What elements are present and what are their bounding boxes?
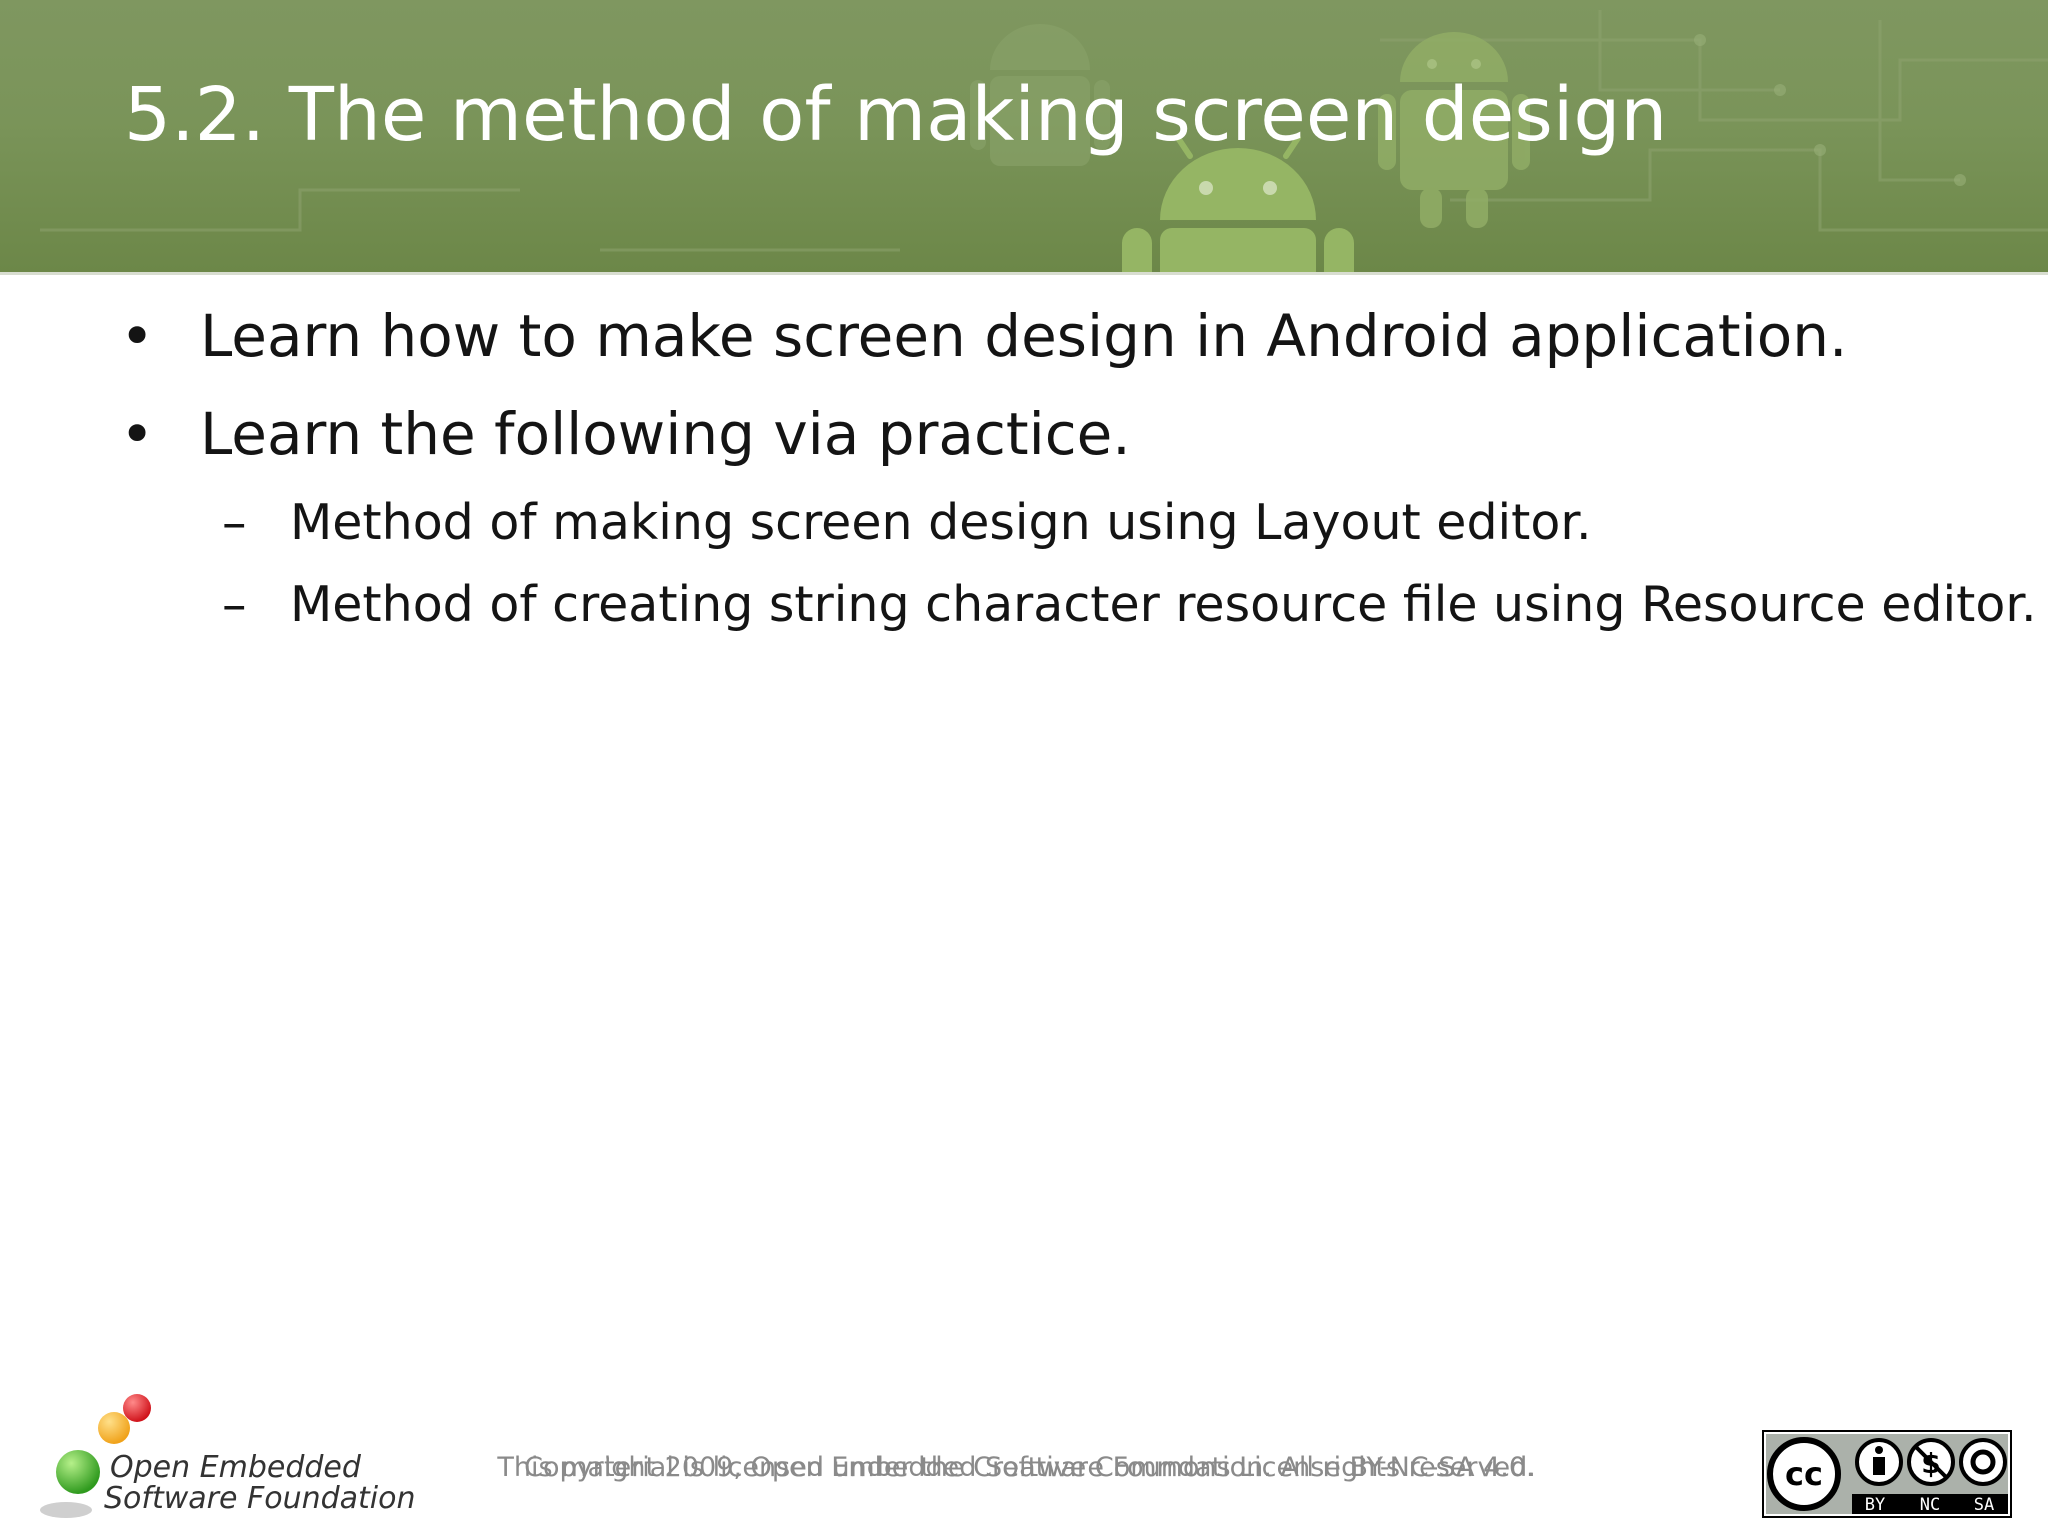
cc-label-by: BY bbox=[1865, 1495, 1885, 1515]
slide-title: 5.2. The method of making screen design bbox=[124, 72, 1668, 158]
bullet-marker: • bbox=[120, 302, 155, 370]
bullet-item: • Learn how to make screen design in And… bbox=[120, 302, 1847, 370]
creative-commons-icon: cc $ BY NC SA bbox=[1762, 1430, 2012, 1518]
sub-bullet-text: Method of making screen design using Lay… bbox=[290, 494, 1592, 551]
bullet-text: Learn how to make screen design in Andro… bbox=[200, 302, 1848, 370]
bullet-marker: • bbox=[120, 400, 155, 468]
header-divider bbox=[0, 272, 2048, 275]
cc-label-nc: NC bbox=[1920, 1495, 1940, 1515]
sub-bullet-text: Method of creating string character reso… bbox=[290, 576, 2037, 633]
slide-header: 5.2. The method of making screen design bbox=[0, 0, 2048, 272]
bullet-item: • Learn the following via practice. bbox=[120, 400, 1131, 468]
sub-bullet-item: – Method of making screen design using L… bbox=[222, 494, 1592, 551]
bullet-text: Learn the following via practice. bbox=[200, 400, 1131, 468]
creative-commons-badge: cc $ BY NC SA bbox=[1762, 1430, 2012, 1518]
sub-bullet-item: – Method of creating string character re… bbox=[222, 576, 2037, 633]
cc-label-sa: SA bbox=[1974, 1495, 1994, 1515]
sub-bullet-marker: – bbox=[222, 494, 247, 551]
svg-text:cc: cc bbox=[1785, 1455, 1823, 1493]
copyright-text: Copyright 2009, Open Embedded Software F… bbox=[524, 1452, 1536, 1483]
logo-line-2: Software Foundation bbox=[104, 1481, 416, 1516]
sub-bullet-marker: – bbox=[222, 576, 247, 633]
